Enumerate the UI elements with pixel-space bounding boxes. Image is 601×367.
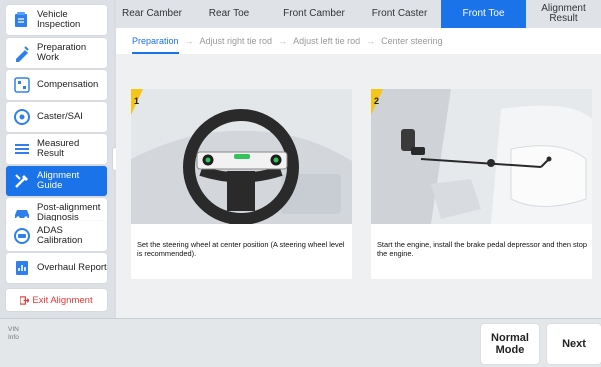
tab-label: Front Toe	[462, 8, 505, 19]
sidebar-item-label: Preparation Work	[37, 42, 87, 63]
steering-wheel-image: 1	[131, 89, 352, 224]
tab-alignment-result[interactable]: Alignment Result	[526, 0, 601, 28]
step-number-badge: 1	[131, 89, 157, 115]
normal-mode-button[interactable]: Normal Mode	[481, 324, 539, 364]
info-label: Info	[8, 334, 19, 341]
step-number-badge: 2	[371, 89, 397, 115]
step-adjust-right-tie-rod[interactable]: Adjust right tie rod	[200, 36, 273, 46]
sidebar-item-label: Post-alignment Diagnosis	[37, 202, 101, 223]
tab-bar: Rear Camber Rear Toe Front Camber Front …	[116, 0, 601, 28]
sidebar-item-overhaul-report[interactable]: Overhaul Report	[6, 253, 107, 283]
step-adjust-left-tie-rod[interactable]: Adjust left tie rod	[293, 36, 360, 46]
main-panel: Rear Camber Rear Toe Front Camber Front …	[116, 0, 601, 318]
app-window: Vehicle Inspection Preparation Work Comp…	[0, 0, 601, 367]
compensation-icon	[11, 74, 33, 96]
exit-icon	[20, 295, 30, 305]
tab-label: Front Caster	[371, 8, 428, 19]
bottom-bar: VIN Info Normal Mode Next	[0, 318, 601, 367]
vehicle-inspection-icon	[11, 9, 33, 31]
overhaul-report-icon	[11, 257, 33, 279]
sidebar-item-vehicle-inspection[interactable]: Vehicle Inspection	[6, 5, 107, 35]
instruction-card-1: 1 Set the steering wheel at center posit…	[131, 89, 352, 279]
next-label: Next	[562, 338, 586, 350]
instruction-text: Set the steering wheel at center positio…	[137, 240, 345, 258]
step-number: 1	[134, 96, 140, 106]
arrow-right-icon: →	[278, 36, 288, 46]
measured-result-icon	[11, 138, 33, 160]
sidebar-item-compensation[interactable]: Compensation	[6, 70, 107, 100]
sidebar-item-label: ADAS Calibration	[37, 225, 83, 246]
exit-alignment-label: Exit Alignment	[32, 294, 93, 306]
step-number: 2	[374, 96, 380, 106]
tab-label: Alignment Result	[541, 3, 586, 24]
sidebar-item-preparation-work[interactable]: Preparation Work	[6, 38, 107, 68]
instruction-text: Start the engine, install the brake peda…	[377, 240, 587, 258]
tab-rear-camber[interactable]: Rear Camber	[116, 0, 188, 28]
sidebar-item-adas-calibration[interactable]: ADAS Calibration	[6, 221, 107, 251]
brake-pedal-depressor-image: 2	[371, 89, 592, 224]
normal-mode-label: Normal Mode	[491, 332, 529, 356]
tab-front-camber[interactable]: Front Camber	[270, 0, 358, 28]
arrow-right-icon: →	[366, 36, 376, 46]
tab-label: Front Camber	[283, 8, 345, 19]
tab-front-toe[interactable]: Front Toe	[441, 0, 526, 28]
adas-icon	[11, 225, 33, 247]
step-center-steering[interactable]: Center steering	[381, 36, 443, 46]
tab-front-caster[interactable]: Front Caster	[358, 0, 441, 28]
arrow-right-icon: →	[184, 36, 194, 46]
sidebar-item-label: Caster/SAI	[37, 111, 83, 122]
sidebar: Vehicle Inspection Preparation Work Comp…	[0, 0, 114, 318]
sidebar-item-label: Compensation	[37, 79, 99, 90]
vin-label: VIN	[8, 326, 19, 333]
caster-sai-icon	[11, 106, 33, 128]
sidebar-item-alignment-guide[interactable]: Alignment Guide	[6, 166, 107, 196]
sidebar-item-caster-sai[interactable]: Caster/SAI	[6, 102, 107, 132]
tab-rear-toe[interactable]: Rear Toe	[188, 0, 270, 28]
sidebar-item-label: Overhaul Report	[37, 262, 107, 273]
tab-label: Rear Camber	[121, 8, 183, 19]
sidebar-item-label: Alignment Guide	[37, 170, 80, 191]
tab-label: Rear Toe	[208, 8, 250, 19]
sidebar-item-label: Vehicle Inspection	[37, 9, 81, 30]
step-progress-bar: Preparation → Adjust right tie rod → Adj…	[116, 28, 601, 54]
sidebar-item-label: Measured Result	[37, 138, 80, 159]
sidebar-item-measured-result[interactable]: Measured Result	[6, 134, 107, 164]
exit-alignment-button[interactable]: Exit Alignment	[6, 289, 107, 311]
alignment-guide-icon	[11, 170, 33, 192]
step-preparation[interactable]: Preparation	[132, 36, 179, 54]
next-button[interactable]: Next	[547, 324, 601, 364]
preparation-icon	[11, 42, 33, 64]
instruction-card-2: 2 Start the engine, install the brake pe…	[371, 89, 592, 279]
